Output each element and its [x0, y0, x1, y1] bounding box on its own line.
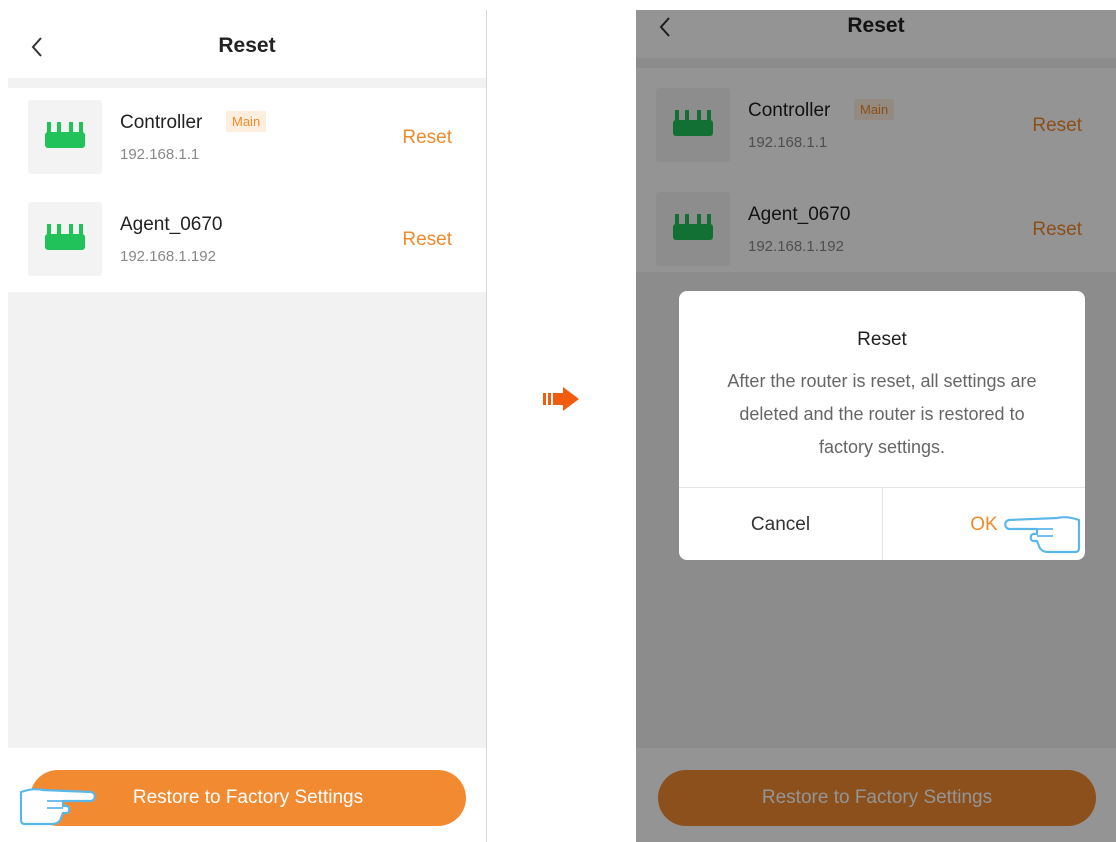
header: Reset	[8, 10, 486, 78]
device-list: Controller Main 192.168.1.1 Reset Agent_…	[8, 88, 486, 292]
pointing-hand-icon	[1004, 516, 1081, 554]
screen-before: Reset Controller Main 192.168.1.1 Reset	[8, 10, 486, 842]
dialog-title: Reset	[857, 329, 907, 350]
list-item: Agent_0670 192.168.1.192 Reset	[8, 190, 486, 292]
router-icon	[28, 202, 102, 276]
reset-button[interactable]: Reset	[402, 127, 452, 149]
device-ip: 192.168.1.1	[120, 146, 200, 163]
screen-after: Reset Controller Main 192.168.1.1 Reset	[636, 10, 1116, 842]
main-badge: Main	[226, 111, 267, 132]
list-item: Controller Main 192.168.1.1 Reset	[8, 88, 486, 190]
device-ip: 192.168.1.192	[120, 248, 216, 265]
dialog-message: After the router is reset, all settings …	[727, 371, 1037, 457]
pointing-hand-icon	[19, 788, 96, 826]
right-arrow-icon	[543, 387, 579, 411]
device-name: Agent_0670	[120, 214, 223, 235]
device-name: Controller	[120, 112, 203, 133]
router-icon	[28, 100, 102, 174]
cancel-button[interactable]: Cancel	[679, 488, 883, 560]
reset-button[interactable]: Reset	[402, 229, 452, 251]
page-title: Reset	[218, 34, 276, 57]
